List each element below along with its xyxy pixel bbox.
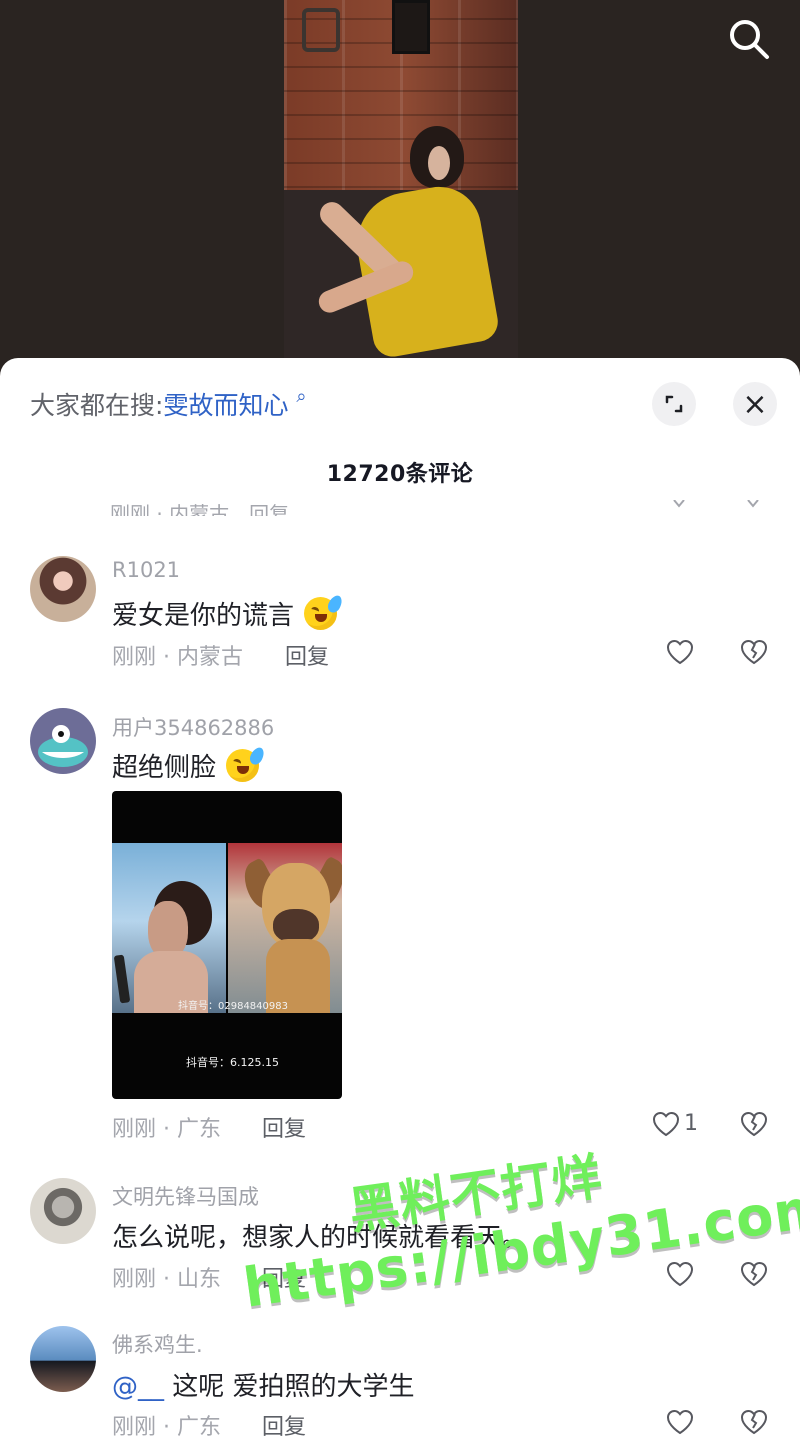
laughing-emoji-icon (304, 593, 345, 630)
comment-username[interactable]: R1021 (112, 558, 180, 582)
laughing-emoji-icon (226, 745, 267, 782)
comment-image[interactable]: 抖音号：02984840983 抖音号：6.125.15 (112, 791, 342, 1099)
meta-separator: · (163, 645, 178, 670)
comment-text: 超绝侧脸 (112, 745, 267, 784)
comment-location: 内蒙古 (177, 645, 244, 670)
comment-time: 刚刚 (112, 1267, 157, 1292)
heart-icon[interactable] (664, 1406, 696, 1438)
expand-button[interactable] (652, 382, 696, 426)
comment-location: 广东 (177, 1415, 222, 1438)
comment-text: 怎么说呢，想家人的时候就看看天。 (112, 1223, 529, 1253)
dog-photo (228, 843, 342, 1013)
hot-search-label: 大家都在搜: (30, 391, 164, 420)
partially-hidden-comment-actions (668, 500, 768, 518)
reply-button[interactable]: 回复 (262, 1261, 306, 1293)
comment-username[interactable]: 佛系鸡生. (112, 1329, 203, 1359)
reply-button[interactable]: 回复 (285, 639, 329, 671)
meta-separator: · (163, 1415, 178, 1438)
avatar[interactable] (30, 1326, 96, 1392)
broken-heart-icon[interactable] (738, 1406, 770, 1438)
image-small-watermark: 抖音号：02984840983 (178, 1001, 288, 1012)
comment-location: 山东 (177, 1267, 222, 1292)
avatar[interactable] (30, 556, 96, 622)
close-icon: × (742, 386, 768, 422)
hot-search-keyword[interactable]: 雯故而知心 (163, 391, 288, 420)
expand-icon (662, 392, 686, 416)
heart-icon[interactable] (650, 1108, 682, 1140)
heart-icon[interactable] (664, 1258, 696, 1290)
comment-username[interactable]: 文明先锋马国成 (112, 1181, 259, 1211)
comment-text-content: 爱女是你的谎言 (112, 601, 295, 631)
broken-heart-icon[interactable] (738, 636, 770, 668)
small-search-icon: ⌕ (296, 386, 307, 407)
comment-text: @__ 这呢 爱拍照的大学生 (112, 1366, 415, 1403)
video-player[interactable] (0, 0, 800, 380)
woman-side-profile-photo (112, 843, 226, 1013)
comment-time: 刚刚 (112, 1415, 157, 1438)
comment-count: 12720条评论 (326, 462, 474, 487)
wall-lamp (302, 8, 340, 52)
partially-hidden-comment-meta: 刚刚 · 内蒙古 回复 (110, 502, 290, 516)
dog-muzzle (273, 909, 319, 943)
meta-separator: · (163, 1117, 178, 1142)
search-icon[interactable] (726, 16, 772, 62)
comment-username[interactable]: 用户354862886 (112, 712, 274, 742)
comment-meta: 刚刚 · 山东 (112, 1261, 221, 1293)
image-bottom-watermark: 抖音号：6.125.15 (186, 1056, 279, 1069)
comment-meta: 刚刚 · 广东 (112, 1111, 221, 1143)
person-face (428, 146, 450, 180)
close-button[interactable]: × (733, 382, 777, 426)
comment-meta: 刚刚 · 广东 (112, 1409, 221, 1438)
wall-frame (392, 0, 430, 54)
reply-button[interactable]: 回复 (262, 1409, 306, 1438)
like-count: 1 (684, 1111, 698, 1136)
comment-sheet: 大家都在搜:雯故而知心 ⌕ × 12720条评论 刚刚 · 内蒙古 回复 R10… (0, 358, 800, 1438)
broken-heart-icon[interactable] (738, 1108, 770, 1140)
reply-button[interactable]: 回复 (262, 1111, 306, 1143)
comment-time: 刚刚 (112, 645, 157, 670)
comment-text-content: 超绝侧脸 (112, 753, 217, 783)
meta-separator: · (163, 1267, 178, 1292)
phone-in-hand (113, 954, 131, 1004)
video-frame (284, 0, 518, 380)
comment-time: 刚刚 (112, 1117, 157, 1142)
mention-link[interactable]: @__ (112, 1372, 164, 1402)
hot-search[interactable]: 大家都在搜:雯故而知心 ⌕ (30, 386, 307, 422)
heart-icon[interactable] (664, 636, 696, 668)
avatar[interactable] (30, 708, 96, 774)
comment-meta: 刚刚 · 内蒙古 (112, 639, 243, 671)
comment-text: 爱女是你的谎言 (112, 593, 345, 632)
avatar[interactable] (30, 1178, 96, 1244)
broken-heart-icon[interactable] (738, 1258, 770, 1290)
comment-text-content: 这呢 爱拍照的大学生 (164, 1372, 415, 1402)
comment-location: 广东 (177, 1117, 222, 1142)
